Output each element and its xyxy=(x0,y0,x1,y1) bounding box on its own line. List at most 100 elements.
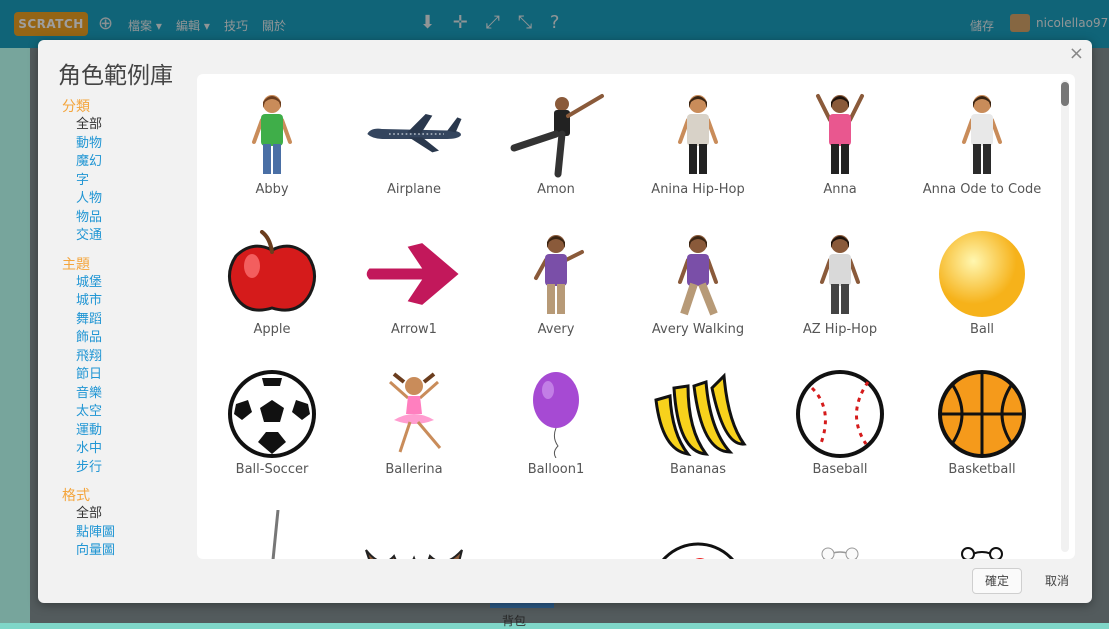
sprite-tile[interactable]: Amon xyxy=(485,86,627,226)
dialog-title: 角色範例庫 xyxy=(58,63,173,89)
sprite-grid: Abby Airplane Amon Anina Hip-Hop Anna Anna Od… xyxy=(197,86,1063,559)
category-item[interactable]: 字 xyxy=(62,172,162,191)
sprite-label: Abby xyxy=(255,182,289,197)
sprite-label: Bananas xyxy=(669,462,727,477)
sprite-label: Amon xyxy=(537,182,575,197)
sprite-tile[interactable]: Ballerina xyxy=(343,366,485,506)
sprite-grid-panel: Abby Airplane Amon Anina Hip-Hop Anna Anna Od… xyxy=(197,74,1075,559)
sprite-tile[interactable] xyxy=(201,506,343,559)
sprite-label: Basketball xyxy=(948,462,1016,477)
theme-heading: 主題 xyxy=(62,256,90,273)
dancer-kick-icon xyxy=(506,90,606,178)
sprite-tile[interactable]: Abby xyxy=(201,86,343,226)
theme-item[interactable]: 水中 xyxy=(62,440,162,459)
polar-bear-icon xyxy=(932,510,1032,559)
baseball-icon xyxy=(790,370,890,458)
pink-arrow-icon xyxy=(364,230,464,318)
theme-list: 城堡 城市 舞蹈 飾品 飛翔 節日 音樂 太空 運動 水中 步行 xyxy=(62,274,162,478)
scrollbar[interactable] xyxy=(1061,80,1069,552)
theme-item[interactable]: 節日 xyxy=(62,366,162,385)
category-item[interactable]: 交通 xyxy=(62,227,162,246)
sprite-tile[interactable]: Bananas xyxy=(627,366,769,506)
ok-button[interactable]: 確定 xyxy=(972,568,1023,594)
format-item[interactable]: 全部 xyxy=(62,505,162,524)
basketball-icon xyxy=(932,370,1032,458)
girl-arms-up-icon xyxy=(790,90,890,178)
format-item[interactable]: 點陣圖 xyxy=(62,524,162,543)
theme-item[interactable]: 運動 xyxy=(62,422,162,441)
sprite-tile[interactable]: Avery Walking xyxy=(627,226,769,366)
category-item[interactable]: 全部 xyxy=(62,116,162,135)
theme-item[interactable]: 城堡 xyxy=(62,274,162,293)
sprite-tile[interactable]: Arrow1 xyxy=(343,226,485,366)
category-list: 全部 動物 魔幻 字 人物 物品 交通 xyxy=(62,116,162,246)
category-item[interactable]: 人物 xyxy=(62,190,162,209)
yellow-ball-icon xyxy=(932,230,1032,318)
bat-wing-icon xyxy=(364,510,464,559)
cancel-button[interactable]: 取消 xyxy=(1032,568,1082,594)
scrollbar-thumb[interactable] xyxy=(1061,82,1069,106)
sprite-tile[interactable] xyxy=(485,506,627,559)
sprite-tile[interactable]: Avery xyxy=(485,226,627,366)
bat-bat-icon xyxy=(222,510,322,559)
sprite-tile[interactable] xyxy=(769,506,911,559)
theme-item[interactable]: 舞蹈 xyxy=(62,311,162,330)
sprite-label: Apple xyxy=(253,322,291,337)
format-item[interactable]: 向量圖 xyxy=(62,542,162,561)
category-item[interactable]: 魔幻 xyxy=(62,153,162,172)
sprite-label: Airplane xyxy=(387,182,441,197)
girl-walking-icon xyxy=(648,230,748,318)
format-list: 全部 點陣圖 向量圖 xyxy=(62,505,162,561)
sprite-tile[interactable] xyxy=(343,506,485,559)
theme-item[interactable]: 城市 xyxy=(62,292,162,311)
sprite-label: Anna xyxy=(823,182,857,197)
sprite-tile[interactable]: Ball-Soccer xyxy=(201,366,343,506)
sprite-label: Ball-Soccer xyxy=(235,462,309,477)
category-item[interactable]: 動物 xyxy=(62,135,162,154)
theme-item[interactable]: 太空 xyxy=(62,403,162,422)
girl-green-shirt-icon xyxy=(222,90,322,178)
red-apple-icon xyxy=(222,230,322,318)
sprite-tile[interactable]: Apple xyxy=(201,226,343,366)
soccer-ball-icon xyxy=(222,370,322,458)
sprite-tile[interactable]: AZ Hip-Hop xyxy=(769,226,911,366)
sprite-tile[interactable]: Anina Hip-Hop xyxy=(627,86,769,226)
purple-balloon-icon xyxy=(506,370,606,458)
sprite-tile[interactable]: Baseball xyxy=(769,366,911,506)
girl-standing-icon xyxy=(932,90,1032,178)
format-heading: 格式 xyxy=(62,488,90,504)
sprite-tile[interactable]: Basketball xyxy=(911,366,1053,506)
theme-item[interactable]: 步行 xyxy=(62,459,162,478)
beachball-icon xyxy=(648,510,748,559)
sprite-label: Ballerina xyxy=(385,462,443,477)
sprite-label: Arrow1 xyxy=(391,322,437,337)
sprite-label: Baseball xyxy=(812,462,868,477)
theme-item[interactable]: 飾品 xyxy=(62,329,162,348)
sprite-label: Ball xyxy=(969,322,995,337)
sprite-label: AZ Hip-Hop xyxy=(802,322,878,337)
sprite-tile[interactable]: Anna Ode to Code xyxy=(911,86,1053,226)
sprite-label: Anina Hip-Hop xyxy=(651,182,745,197)
filter-sidebar: 分類 全部 動物 魔幻 字 人物 物品 交通 主題 城堡 城市 舞蹈 飾品 飛翔… xyxy=(62,98,162,571)
sprite-tile[interactable] xyxy=(627,506,769,559)
theme-item[interactable]: 音樂 xyxy=(62,385,162,404)
bear-scarf-icon xyxy=(790,510,890,559)
sprite-label: Avery xyxy=(537,322,575,337)
sprite-library-dialog: × 角色範例庫 分類 全部 動物 魔幻 字 人物 物品 交通 主題 城堡 城市 … xyxy=(38,40,1092,603)
sprite-tile[interactable]: Anna xyxy=(769,86,911,226)
sprite-tile[interactable]: Balloon1 xyxy=(485,366,627,506)
boy-standing-icon xyxy=(790,230,890,318)
black-bat-icon xyxy=(506,510,606,559)
sprite-tile[interactable]: Ball xyxy=(911,226,1053,366)
airplane-icon xyxy=(364,90,464,178)
sprite-tile[interactable]: Airplane xyxy=(343,86,485,226)
ballerina-icon xyxy=(364,370,464,458)
sprite-tile[interactable] xyxy=(911,506,1053,559)
bananas-icon xyxy=(648,370,748,458)
girl-purple-shirt-icon xyxy=(506,230,606,318)
category-heading: 分類 xyxy=(62,99,90,115)
category-item[interactable]: 物品 xyxy=(62,209,162,228)
close-icon[interactable]: × xyxy=(1069,44,1084,64)
sprite-label: Avery Walking xyxy=(651,322,745,337)
theme-item[interactable]: 飛翔 xyxy=(62,348,162,367)
